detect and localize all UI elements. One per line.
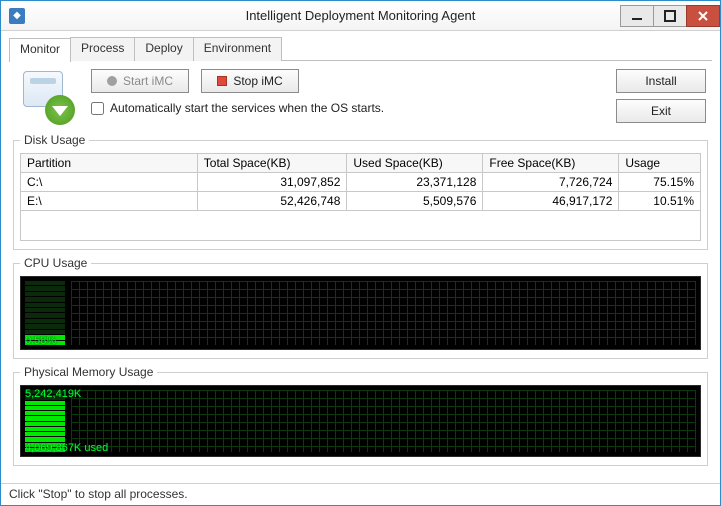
memory-usage-legend: Physical Memory Usage [20,365,157,379]
app-window: ◆ Intelligent Deployment Monitoring Agen… [0,0,721,506]
memory-total: 5,242,419K [25,388,81,400]
table-row[interactable]: C:\ 31,097,852 23,371,128 7,726,724 75.1… [21,173,701,192]
cpu-usage-group: CPU Usage 0.58% [13,256,708,359]
exit-button[interactable]: Exit [616,99,706,123]
memory-usage-group: Physical Memory Usage 5,242,419K 4,069,8… [13,365,708,466]
disk-usage-legend: Disk Usage [20,133,89,147]
col-used[interactable]: Used Space(KB) [347,154,483,173]
table-row[interactable]: E:\ 52,426,748 5,509,576 46,917,172 10.5… [21,192,701,211]
cpu-monitor: 0.58% [20,276,701,350]
status-text: Click "Stop" to stop all processes. [9,487,188,501]
minimize-button[interactable] [620,5,654,27]
tab-monitor[interactable]: Monitor [9,38,71,62]
col-partition[interactable]: Partition [21,154,198,173]
col-free[interactable]: Free Space(KB) [483,154,619,173]
start-imc-button[interactable]: Start iMC [91,69,189,93]
stop-icon [217,76,227,86]
circle-icon [107,76,117,86]
stop-imc-button[interactable]: Stop iMC [201,69,299,93]
cpu-usage-legend: CPU Usage [20,256,91,270]
maximize-button[interactable] [653,5,687,27]
disk-usage-group: Disk Usage Partition Total Space(KB) Use… [13,133,708,250]
memory-monitor: 5,242,419K 4,069,867K used [20,385,701,457]
install-button[interactable]: Install [616,69,706,93]
cpu-value: 0.58% [25,335,56,347]
col-usage[interactable]: Usage [619,154,701,173]
memory-used: 4,069,867K used [25,442,108,454]
tab-environment[interactable]: Environment [193,37,282,61]
status-bar: Click "Stop" to stop all processes. [1,483,720,505]
close-button[interactable] [686,5,720,27]
autostart-checkbox-label[interactable]: Automatically start the services when th… [91,101,384,115]
col-total[interactable]: Total Space(KB) [197,154,347,173]
disk-table: Partition Total Space(KB) Used Space(KB)… [20,153,701,211]
autostart-checkbox[interactable] [91,102,104,115]
deploy-icon [17,69,81,127]
titlebar[interactable]: ◆ Intelligent Deployment Monitoring Agen… [1,1,720,31]
tab-deploy[interactable]: Deploy [134,37,193,61]
tab-process[interactable]: Process [70,37,135,61]
window-title: Intelligent Deployment Monitoring Agent [1,8,720,23]
tab-bar: Monitor Process Deploy Environment [9,37,712,61]
app-icon: ◆ [9,8,25,24]
